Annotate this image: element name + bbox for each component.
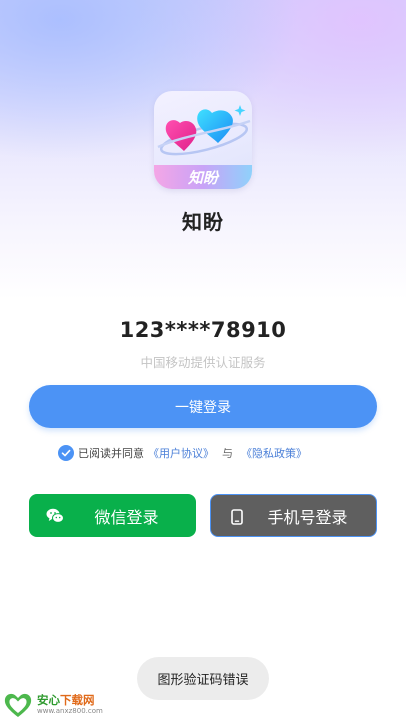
app-logo: 知盼 — [154, 91, 252, 189]
login-screen: 知盼 知盼 123****78910 中国移动提供认证服务 一键登录 已阅读并同… — [0, 0, 406, 723]
provider-note: 中国移动提供认证服务 — [140, 355, 266, 370]
site-watermark: 安心下载网 www.anxz800.com — [3, 690, 103, 720]
agreement-prefix: 已阅读并同意 — [78, 447, 144, 460]
watermark-title: 安心下载网 — [37, 692, 95, 707]
user-agreement-link[interactable]: 《用户协议》 — [148, 445, 214, 461]
error-toast-message: 图形验证码错误 — [157, 673, 249, 688]
wechat-login-button[interactable]: 微信登录 — [29, 494, 196, 537]
wechat-login-label: 微信登录 — [94, 507, 159, 527]
watermark-url: www.anxz800.com — [37, 707, 103, 716]
agreement-row: 已阅读并同意 《用户协议》 与 《隐私政策》 — [58, 444, 311, 462]
agreement-and: 与 — [222, 447, 233, 460]
watermark-logo-icon — [3, 691, 33, 719]
app-icon-text: 知盼 — [187, 169, 218, 187]
error-toast: 图形验证码错误 — [137, 657, 269, 700]
phone-login-button[interactable]: 手机号登录 — [210, 494, 377, 537]
one-click-login-button[interactable]: 一键登录 — [29, 385, 377, 428]
app-name: 知盼 — [182, 210, 224, 234]
phone-login-label: 手机号登录 — [267, 507, 348, 527]
privacy-policy-link[interactable]: 《隐私政策》 — [241, 445, 307, 461]
agreement-checkbox[interactable] — [58, 445, 74, 461]
one-click-login-label: 一键登录 — [175, 399, 231, 416]
check-icon — [61, 449, 71, 457]
masked-phone-number: 123****78910 — [119, 318, 287, 342]
